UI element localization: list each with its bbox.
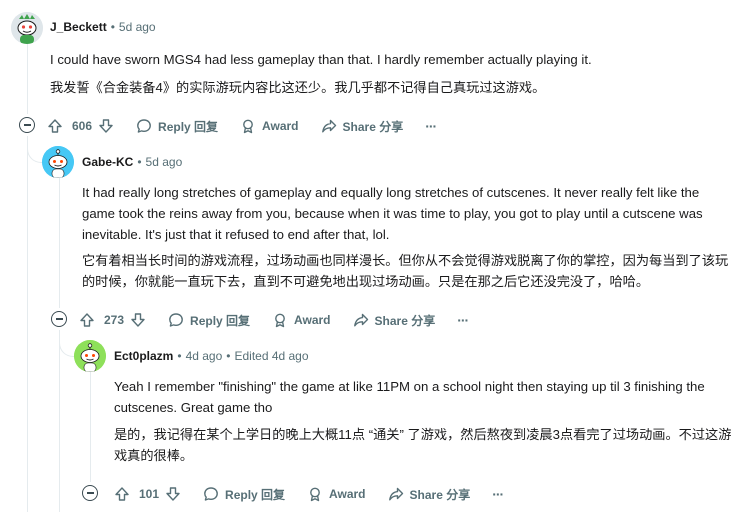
share-button[interactable]: Share 分享 <box>321 118 404 135</box>
reply-button[interactable]: Reply 回复 <box>168 312 250 329</box>
more-icon: ··· <box>457 312 469 328</box>
comment-meta: Gabe-KC • 5d ago <box>82 155 183 169</box>
more-options-button[interactable]: ··· <box>457 312 469 328</box>
timestamp[interactable]: 5d ago <box>119 20 156 34</box>
more-options-button[interactable]: ··· <box>425 118 437 134</box>
award-button[interactable]: Award <box>240 118 299 134</box>
share-label: Share 分享 <box>342 119 404 134</box>
more-options-button[interactable]: ··· <box>492 486 504 502</box>
reply-button[interactable]: Reply 回复 <box>203 486 285 503</box>
downvote-icon <box>166 487 180 501</box>
vote-count: 101 <box>139 487 160 501</box>
downvote-icon <box>131 313 145 327</box>
comment-icon <box>169 313 183 327</box>
comment-text-en: It had really long stretches of gameplay… <box>82 185 703 242</box>
share-icon <box>321 119 336 133</box>
avatar[interactable] <box>74 340 106 372</box>
thread-line-3 <box>90 372 91 482</box>
thread-line-2 <box>59 178 60 308</box>
downvote-icon <box>99 119 113 133</box>
reply-button[interactable]: Reply 回复 <box>136 118 218 135</box>
collapse-button[interactable] <box>82 485 98 501</box>
vote-count: 273 <box>104 313 125 327</box>
avatar[interactable] <box>42 146 74 178</box>
thread-curve-1 <box>27 136 42 163</box>
award-button[interactable]: Award <box>307 486 366 502</box>
upvote-icon <box>80 313 94 327</box>
vote-count: 606 <box>72 119 93 133</box>
reply-label: Reply 回复 <box>158 119 219 134</box>
action-bar: 273 Reply 回复 Award Share 分享 ··· <box>79 309 469 331</box>
share-icon <box>353 313 368 327</box>
timestamp[interactable]: 4d ago <box>186 349 223 363</box>
share-icon <box>388 487 403 501</box>
username[interactable]: Ect0plazm <box>114 349 173 363</box>
upvote-icon <box>115 487 129 501</box>
award-label: Award <box>262 119 299 133</box>
timestamp[interactable]: 5d ago <box>146 155 183 169</box>
comment-meta: J_Beckett • 5d ago <box>50 20 156 34</box>
comment-icon <box>204 487 218 501</box>
upvote-button[interactable] <box>79 312 95 328</box>
award-label: Award <box>294 313 331 327</box>
comment-text-en: I could have sworn MGS4 had less gamepla… <box>50 52 592 67</box>
snoo-avatar-icon <box>11 12 43 44</box>
action-bar: 606 Reply 回复 Award Share 分享 ··· <box>47 115 437 137</box>
share-label: Share 分享 <box>374 313 436 328</box>
award-label: Award <box>329 487 366 501</box>
downvote-button[interactable] <box>130 312 146 328</box>
award-button[interactable]: Award <box>272 312 331 328</box>
award-icon <box>310 487 320 502</box>
collapse-button[interactable] <box>19 117 35 133</box>
share-button[interactable]: Share 分享 <box>388 486 471 503</box>
username[interactable]: J_Beckett <box>50 20 107 34</box>
snoo-avatar-icon <box>42 146 74 178</box>
comment-text-zh: 我发誓《合金装备4》的实际游玩内容比这还少。我几乎都不记得自己真玩过这游戏。 <box>50 80 546 95</box>
comment-text-zh: 是的，我记得在某个上学日的晚上大概11点 “通关” 了游戏，然后熬夜到凌晨3点看… <box>114 427 732 463</box>
share-button[interactable]: Share 分享 <box>353 312 436 329</box>
reply-label: Reply 回复 <box>225 487 286 502</box>
share-label: Share 分享 <box>409 487 471 502</box>
avatar[interactable] <box>11 12 43 44</box>
upvote-button[interactable] <box>47 118 63 134</box>
reply-label: Reply 回复 <box>190 313 251 328</box>
comment-text-en: Yeah I remember "finishing" the game at … <box>114 379 705 415</box>
collapse-button[interactable] <box>51 311 67 327</box>
username[interactable]: Gabe-KC <box>82 155 133 169</box>
thread-line-2b <box>59 330 60 512</box>
comment-text-zh: 它有着相当长时间的游戏流程，过场动画也同样漫长。但你从不会觉得游戏脱离了你的掌控… <box>82 253 729 289</box>
comment-icon <box>137 119 151 133</box>
upvote-button[interactable] <box>114 486 130 502</box>
more-icon: ··· <box>492 486 504 502</box>
downvote-button[interactable] <box>98 118 114 134</box>
snoo-avatar-icon <box>74 340 106 372</box>
downvote-button[interactable] <box>165 486 181 502</box>
award-icon <box>243 119 253 134</box>
award-icon <box>275 313 285 328</box>
thread-line-1b <box>27 136 28 512</box>
thread-line-1 <box>27 44 28 114</box>
edited-label: Edited 4d ago <box>234 349 309 363</box>
action-bar: 101 Reply 回复 Award Share 分享 ··· <box>114 483 504 505</box>
comment-meta: Ect0plazm • 4d ago • Edited 4d ago <box>114 349 309 363</box>
more-icon: ··· <box>425 118 437 134</box>
upvote-icon <box>48 119 62 133</box>
